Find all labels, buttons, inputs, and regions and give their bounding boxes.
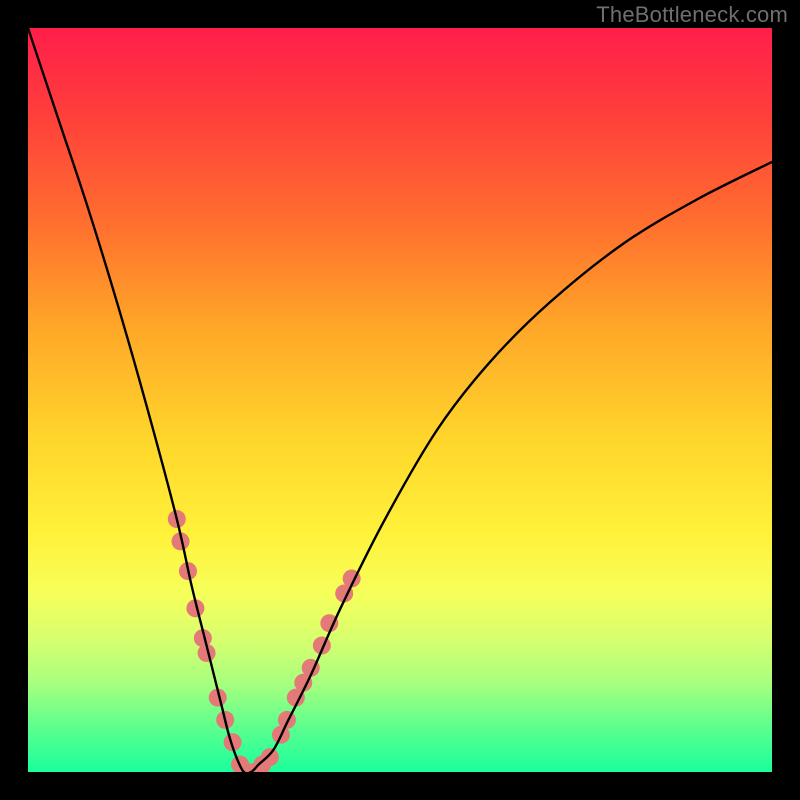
watermark-text: TheBottleneck.com [596,2,788,28]
bottleneck-curve [28,28,772,772]
highlight-dots [168,510,361,772]
highlight-dot [278,711,296,729]
plot-area [28,28,772,772]
chart-svg [28,28,772,772]
highlight-dot [261,748,279,766]
chart-frame: TheBottleneck.com [0,0,800,800]
